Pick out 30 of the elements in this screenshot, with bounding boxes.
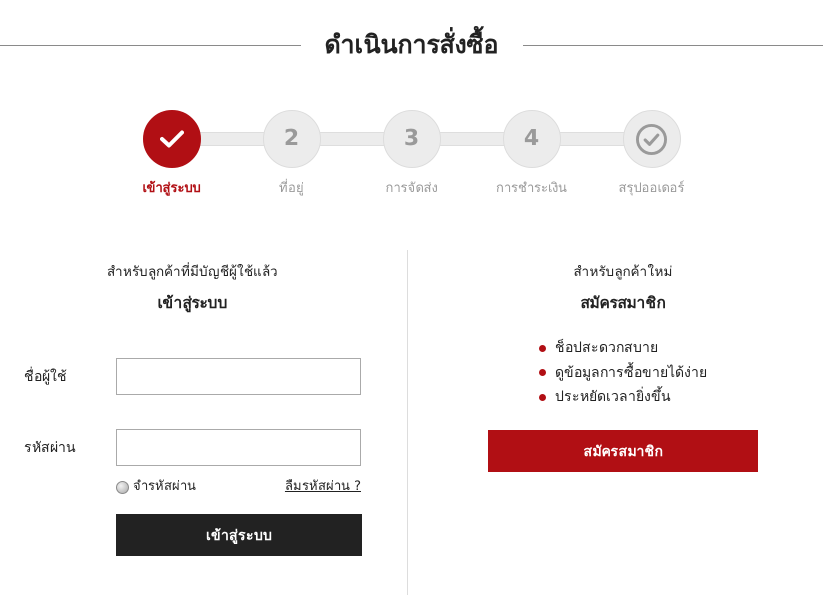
field-label: รหัสผ่าน: [24, 438, 77, 458]
benefit-text: ดูข้อมูลการซื้อขายได้ง่าย: [555, 362, 707, 383]
register-button[interactable]: สมัครสมาชิก: [488, 430, 758, 472]
step-label: ที่อยู่: [279, 180, 304, 198]
section-heading: เข้าสู่ระบบ: [156, 293, 228, 314]
login-button[interactable]: เข้าสู่ระบบ: [116, 514, 362, 556]
step-label: สรุปออเดอร์: [618, 180, 684, 198]
bullet-icon: [539, 394, 546, 401]
forgot-password-link[interactable]: ลืมรหัสผ่าน ?: [284, 478, 361, 496]
step-circle: 2: [262, 110, 320, 168]
section-subtitle: สำหรับลูกค้าที่มีบัญชีผู้ใช้แล้ว: [106, 262, 279, 282]
step-circle: 4: [502, 110, 560, 168]
benefit-text: ช็อปสะดวกสบาย: [555, 338, 658, 358]
step-label: การจัดส่ง: [386, 180, 438, 198]
step-circle: 3: [382, 110, 440, 168]
check-icon: [160, 130, 184, 148]
step-label: การชำระเงิน: [496, 180, 567, 198]
bullet-icon: [539, 369, 546, 376]
input-field[interactable]: [116, 358, 361, 395]
bullet-icon: [539, 344, 546, 352]
benefit-text: ประหยัดเวลายิ่งขึ้น: [555, 387, 671, 408]
circle-check-icon: [636, 124, 667, 154]
input-field[interactable]: [116, 429, 361, 466]
remember-radio[interactable]: [116, 480, 129, 494]
page-title: ดำเนินการสั่งซื้อ: [324, 22, 498, 68]
field-label: ชื่อผู้ใช้: [24, 366, 68, 386]
step-label: เข้าสู่ระบบ: [142, 180, 200, 198]
section-subtitle: สำหรับลูกค้าใหม่: [574, 263, 672, 282]
remember-label: จำรหัสผ่าน: [133, 478, 196, 496]
section-heading: สมัครสมาชิก: [580, 293, 666, 314]
